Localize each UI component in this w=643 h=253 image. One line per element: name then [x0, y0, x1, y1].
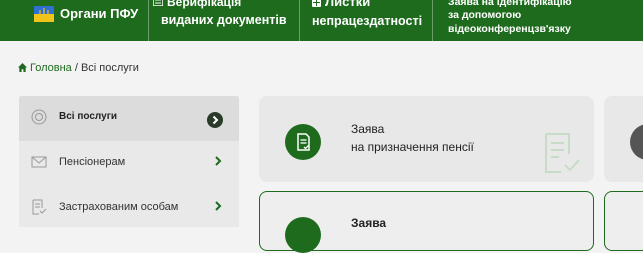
top-navigation: Органи ПФУ Верифікація виданих документі…: [0, 0, 643, 41]
ukraine-trident-icon: [34, 6, 54, 22]
nav-sick-leave-line1: Листки: [325, 0, 371, 9]
circle-icon: [31, 109, 47, 125]
sidebar-item-label: Всі послуги: [59, 111, 118, 122]
nav-verification-line2: виданих документів: [161, 13, 287, 27]
document-check-watermark-icon: [545, 133, 580, 173]
service-card[interactable]: [604, 96, 643, 182]
nav-video-identification[interactable]: Заява на ідентифікацію за допомогою віде…: [433, 0, 643, 41]
sidebar-item-label: Застрахованим особам: [59, 201, 179, 213]
sidebar-item-all-services[interactable]: Всі послуги: [19, 96, 239, 141]
service-card[interactable]: Заява: [259, 191, 594, 253]
nav-verification[interactable]: Верифікація виданих документів: [149, 0, 299, 41]
chevron-right-icon: [215, 201, 222, 211]
document-check-icon: [32, 199, 47, 215]
document-icon: [153, 0, 163, 6]
breadcrumb-separator: /: [71, 62, 81, 74]
nav-sick-leave[interactable]: Листки непрацездатності: [300, 0, 432, 41]
home-icon: [18, 63, 27, 72]
sidebar: Всі послуги Пенсіонерам Застрахованим ос…: [19, 96, 239, 227]
chevron-right-circle-icon: [207, 112, 223, 128]
nav-pfu-offices[interactable]: Органи ПФУ: [0, 0, 148, 41]
card-title-line1: Заява: [351, 216, 387, 230]
breadcrumb: Головна / Всі послуги: [18, 62, 139, 74]
service-card-pension-application[interactable]: Заява на призначення пенсії: [259, 96, 594, 182]
nav-video-line1: Заява на ідентифікацію: [448, 0, 572, 8]
nav-verification-line1: Верифікація: [167, 0, 242, 9]
breadcrumb-current: Всі послуги: [80, 62, 139, 74]
service-icon: [630, 124, 643, 160]
service-icon: [285, 217, 321, 253]
sidebar-item-pensioners[interactable]: Пенсіонерам: [19, 141, 239, 186]
nav-sick-leave-line2: непрацездатності: [312, 14, 423, 28]
envelope-icon: [31, 156, 47, 168]
sidebar-item-insured-persons[interactable]: Застрахованим особам: [19, 186, 239, 231]
document-icon: [285, 124, 321, 160]
card-title-line1: Заява: [351, 122, 385, 136]
service-card[interactable]: [604, 191, 643, 251]
breadcrumb-home-link[interactable]: Головна: [30, 62, 72, 74]
nav-pfu-label: Органи ПФУ: [60, 6, 139, 21]
card-title-line2: на призначення пенсії: [351, 140, 474, 154]
plus-box-icon: [312, 0, 321, 7]
chevron-right-icon: [215, 156, 222, 166]
nav-video-line3: відеоконференцзв'язку: [448, 23, 571, 35]
sidebar-item-label: Пенсіонерам: [59, 156, 126, 168]
nav-video-line2: за допомогою: [448, 9, 522, 21]
